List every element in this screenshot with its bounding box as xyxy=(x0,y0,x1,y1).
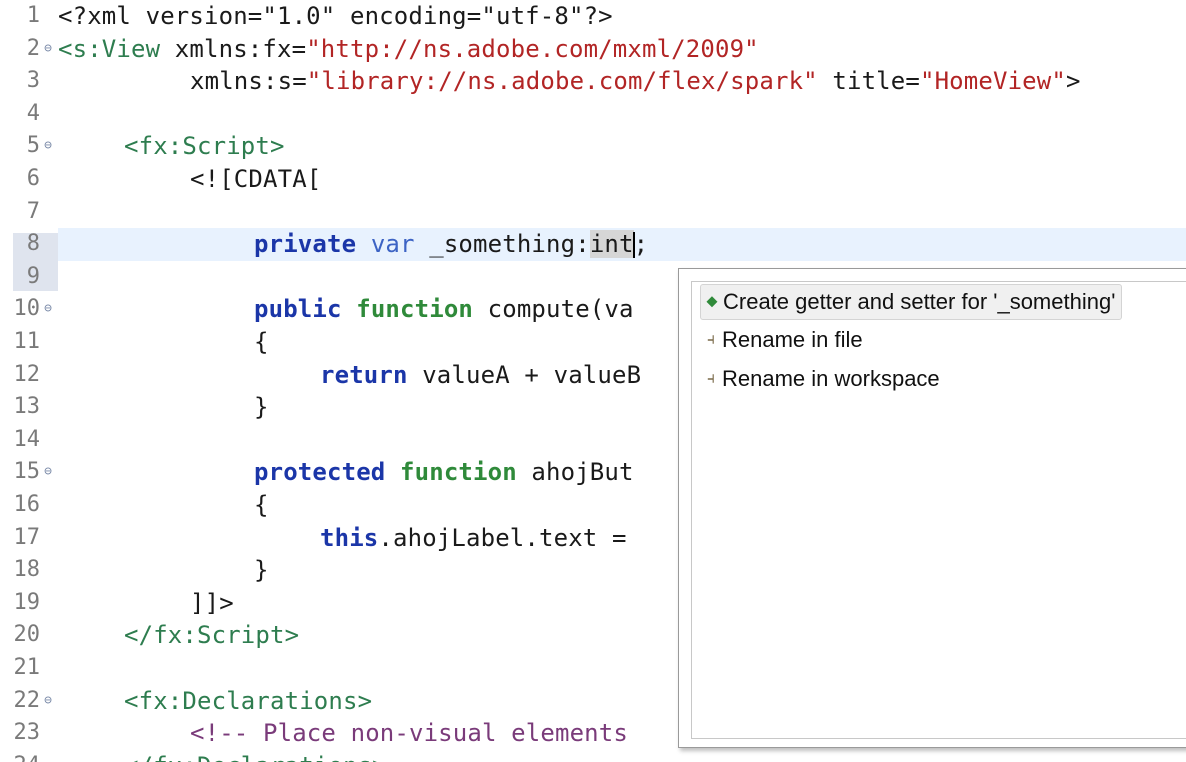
line-number: 20 xyxy=(13,622,41,648)
line-number: 3 xyxy=(26,68,40,94)
function-signature: compute(va xyxy=(473,295,634,324)
line-number: 12 xyxy=(13,361,41,387)
keyword-function: function xyxy=(356,295,474,324)
code-line[interactable]: } xyxy=(254,391,269,424)
assignment-expression: .ahojLabel.text = xyxy=(378,523,642,552)
code-line[interactable]: protected function ahojBut xyxy=(254,456,634,489)
line-number: 6 xyxy=(26,166,40,191)
rename-icon: ⫞ xyxy=(706,370,715,387)
line-number: 23 xyxy=(13,720,41,746)
quick-fix-rename-in-workspace[interactable]: ⫞ Rename in workspace xyxy=(700,362,946,396)
line-number: 17 xyxy=(13,524,41,550)
line-number: 24 xyxy=(0,750,41,762)
quick-fix-rename-in-file[interactable]: ⫞ Rename in file xyxy=(700,323,869,357)
line-number: 21 xyxy=(13,655,41,680)
variable-name: _something: xyxy=(414,230,590,259)
line-number: 1 xyxy=(26,3,40,28)
code-line[interactable]: <!-- Place non-visual elements xyxy=(190,717,628,750)
attribute-name: xmlns:s= xyxy=(190,67,307,96)
code-line[interactable]: { xyxy=(254,326,269,359)
selected-type[interactable]: int xyxy=(589,230,634,259)
code-line[interactable]: </fx:Script> xyxy=(124,619,299,652)
code-line[interactable]: private var _something:int; xyxy=(254,228,648,261)
return-expression: valueA + valueB xyxy=(407,360,642,389)
line-number: 16 xyxy=(13,492,41,517)
code-line[interactable]: return valueA + valueB xyxy=(320,359,641,392)
tag-open: <s:View xyxy=(58,34,161,63)
quick-fix-label: Create getter and setter for '_something… xyxy=(723,289,1116,314)
code-line[interactable]: xmlns:s="library://ns.adobe.com/flex/spa… xyxy=(190,65,1081,98)
line-number: 19 xyxy=(13,589,41,615)
code-line[interactable]: <?xml version="1.0" encoding="utf-8"?> xyxy=(58,0,613,33)
line-number: 15 xyxy=(13,459,41,485)
fold-collapse-icon[interactable]: ⊖ xyxy=(41,456,55,489)
brace-open: { xyxy=(254,328,269,356)
cdata-open: <![CDATA[ xyxy=(190,165,322,193)
brace-close: } xyxy=(254,393,269,422)
attribute-value: "library://ns.adobe.com/flex/spark" xyxy=(306,67,818,96)
line-number: 18 xyxy=(13,557,41,583)
code-line[interactable]: { xyxy=(254,489,269,522)
code-line[interactable]: } xyxy=(254,554,269,587)
code-line[interactable]: <fx:Declarations> xyxy=(124,685,372,718)
quick-fix-list[interactable]: ⬥ Create getter and setter for '_somethin… xyxy=(691,281,1186,739)
xml-declaration: <?xml version="1.0" encoding="utf-8"?> xyxy=(58,2,613,30)
quick-fix-label: Rename in workspace xyxy=(722,366,940,391)
code-editor[interactable]: 1 2 ⊖ 3 4 5 ⊖ 6 7 8 9 10 ⊖ 11 12 13 14 1… xyxy=(0,0,1186,762)
keyword-public: public xyxy=(254,295,342,324)
attribute-value: "HomeView" xyxy=(919,67,1066,96)
quick-fix-create-getter-setter[interactable]: ⬥ Create getter and setter for '_somethin… xyxy=(700,284,1123,320)
keyword-function: function xyxy=(400,458,517,487)
code-line[interactable]: public function compute(va xyxy=(254,293,634,326)
keyword-this: this xyxy=(320,523,379,552)
code-line[interactable]: <s:View xmlns:fx="http://ns.adobe.com/mx… xyxy=(58,33,759,66)
declarations-tag: <fx:Declarations> xyxy=(124,686,373,715)
brace-close: } xyxy=(254,556,269,585)
code-line[interactable]: this.ahojLabel.text = xyxy=(320,522,641,555)
line-number: 13 xyxy=(13,394,41,420)
line-number: 10 xyxy=(13,296,41,322)
line-number: 5 xyxy=(26,133,40,159)
attribute-name: xmlns:fx= xyxy=(160,34,307,63)
keyword-var: var xyxy=(370,230,415,259)
tag-close: > xyxy=(1065,67,1081,96)
code-line[interactable]: <fx:Script> xyxy=(124,130,285,163)
declarations-close-tag: </fx:Declarations> xyxy=(124,752,387,762)
line-number: 14 xyxy=(13,426,41,452)
line-number: 11 xyxy=(13,329,41,354)
brace-open: { xyxy=(254,491,269,519)
fold-collapse-icon[interactable]: ⊖ xyxy=(41,685,55,718)
fold-collapse-icon[interactable]: ⊖ xyxy=(41,33,55,66)
line-number: 9 xyxy=(26,263,40,289)
create-accessor-icon: ⬥ xyxy=(706,293,718,310)
line-number: 8 xyxy=(26,231,40,257)
function-signature: ahojBut xyxy=(516,458,634,487)
code-line[interactable]: </fx:Declarations> xyxy=(124,750,387,762)
keyword-return: return xyxy=(320,360,408,389)
line-number-gutter: 1 2 ⊖ 3 4 5 ⊖ 6 7 8 9 10 ⊖ 11 12 13 14 1… xyxy=(0,0,58,762)
xml-comment: <!-- Place non-visual elements xyxy=(190,719,628,748)
fold-collapse-icon[interactable]: ⊖ xyxy=(41,130,55,163)
attribute-name: title= xyxy=(817,67,920,96)
quick-fix-label: Rename in file xyxy=(722,327,863,352)
keyword-protected: protected xyxy=(254,458,386,487)
script-close-tag: </fx:Script> xyxy=(124,621,300,650)
code-line[interactable]: ]]> xyxy=(190,587,234,620)
line-number: 7 xyxy=(26,198,40,224)
script-tag: <fx:Script> xyxy=(124,132,285,161)
cdata-close: ]]> xyxy=(190,588,234,617)
code-line[interactable]: <![CDATA[ xyxy=(190,163,321,196)
line-number: 4 xyxy=(26,100,40,126)
keyword-private: private xyxy=(254,230,357,259)
fold-collapse-icon[interactable]: ⊖ xyxy=(41,293,55,326)
line-number: 2 xyxy=(26,35,40,61)
line-number: 22 xyxy=(13,687,41,713)
rename-icon: ⫞ xyxy=(706,331,715,348)
quick-fix-popup[interactable]: ⬥ Create getter and setter for '_somethin… xyxy=(678,268,1186,748)
semicolon: ; xyxy=(633,230,649,259)
attribute-value: "http://ns.adobe.com/mxml/2009" xyxy=(306,34,759,63)
